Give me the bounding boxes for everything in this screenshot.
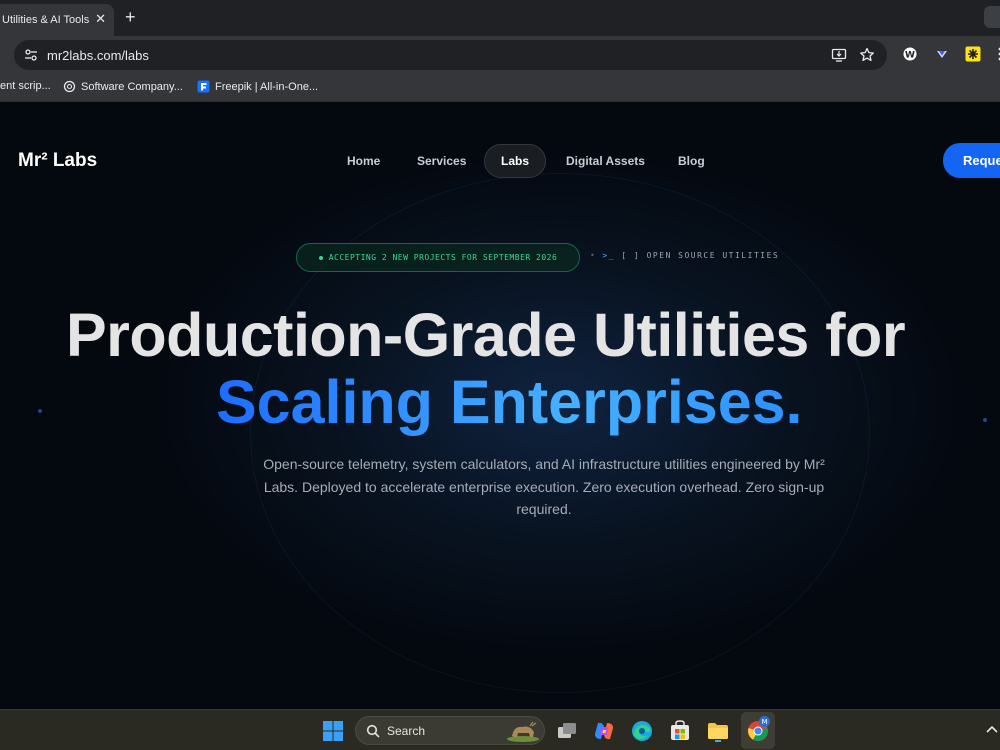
tab-title: Utilities & AI Tools: [2, 14, 90, 26]
profile-badge-icon: M: [759, 716, 770, 727]
nav-digital-assets[interactable]: Digital Assets: [550, 144, 661, 178]
tab-close-icon[interactable]: ✕: [95, 11, 106, 27]
bookmark-label: Software Company...: [81, 80, 183, 93]
browser-toolbar: mr2labs.com/labs W: [0, 36, 1000, 74]
browser-tab-strip: Utilities & AI Tools ✕ +: [0, 0, 1000, 36]
chevron-up-icon[interactable]: [986, 724, 998, 734]
svg-text:M: M: [761, 718, 767, 726]
headline-line-1: Production-Grade Utilities for: [66, 301, 906, 369]
extension-yellow-icon[interactable]: [965, 46, 981, 62]
request-button[interactable]: Request: [943, 143, 1000, 178]
address-bar[interactable]: mr2labs.com/labs: [14, 40, 887, 70]
web-page: Mr² Labs Home Services Labs Digital Asse…: [0, 103, 1000, 709]
search-highlight-icon: [507, 721, 539, 742]
download-extension-icon[interactable]: [934, 46, 950, 62]
new-tab-button[interactable]: +: [125, 7, 136, 28]
bookmark-star-icon[interactable]: [859, 47, 875, 63]
site-logo[interactable]: Mr² Labs: [18, 150, 97, 172]
site-info-icon[interactable]: [24, 48, 38, 62]
headline-line-2: Scaling Enterprises.: [216, 368, 803, 436]
separator-dot-icon: •: [590, 251, 597, 260]
background-sparkle: [38, 409, 42, 413]
bookmark-item[interactable]: Software Company...: [63, 80, 183, 93]
background-sparkle: [983, 418, 987, 422]
taskbar-search[interactable]: Search: [355, 716, 545, 745]
bookmark-item[interactable]: ent scrip...: [0, 80, 51, 92]
svg-text:W: W: [905, 51, 915, 61]
terminal-prompt: >_: [602, 251, 615, 260]
extension-icon[interactable]: [984, 6, 1000, 28]
oss-text: [ ] OPEN SOURCE UTILITIES: [621, 251, 780, 260]
open-source-label: • >_ [ ] OPEN SOURCE UTILITIES: [590, 251, 779, 260]
status-dot-icon: [318, 255, 323, 260]
availability-badge: ACCEPTING 2 NEW PROJECTS FOR SEPTEMBER 2…: [296, 243, 580, 272]
nav-blog[interactable]: Blog: [662, 144, 721, 178]
windows-start-icon[interactable]: [321, 719, 345, 743]
nav-labs[interactable]: Labs: [484, 144, 547, 178]
nav-home[interactable]: Home: [331, 144, 396, 178]
menu-icon[interactable]: [992, 46, 1000, 62]
hero-subtitle: Open-source telemetry, system calculator…: [263, 456, 825, 517]
openai-icon: [63, 80, 76, 93]
install-app-icon[interactable]: [831, 47, 847, 63]
search-icon: [366, 724, 380, 738]
bookmarks-bar: ent scrip... Software Company... Freepik…: [0, 74, 1000, 102]
url-text: mr2labs.com/labs: [47, 48, 149, 63]
copilot-icon[interactable]: [592, 719, 616, 743]
task-view-icon[interactable]: [555, 719, 579, 743]
taskbar: Search M: [0, 709, 1000, 750]
nav-services[interactable]: Services: [401, 144, 482, 178]
browser-tab[interactable]: Utilities & AI Tools ✕: [0, 4, 114, 36]
bookmark-label: Freepik | All-in-One...: [215, 80, 319, 93]
search-label: Search: [387, 724, 426, 738]
freepik-icon: [197, 80, 210, 93]
edge-icon[interactable]: [630, 719, 654, 743]
badge-text: ACCEPTING 2 NEW PROJECTS FOR SEPTEMBER 2…: [328, 253, 558, 262]
file-explorer-icon[interactable]: [706, 719, 730, 743]
store-icon[interactable]: [668, 719, 692, 743]
bookmark-item[interactable]: Freepik | All-in-One...: [197, 80, 318, 93]
extension-w-icon[interactable]: W: [902, 46, 918, 62]
bookmark-label: ent scrip...: [0, 80, 51, 92]
